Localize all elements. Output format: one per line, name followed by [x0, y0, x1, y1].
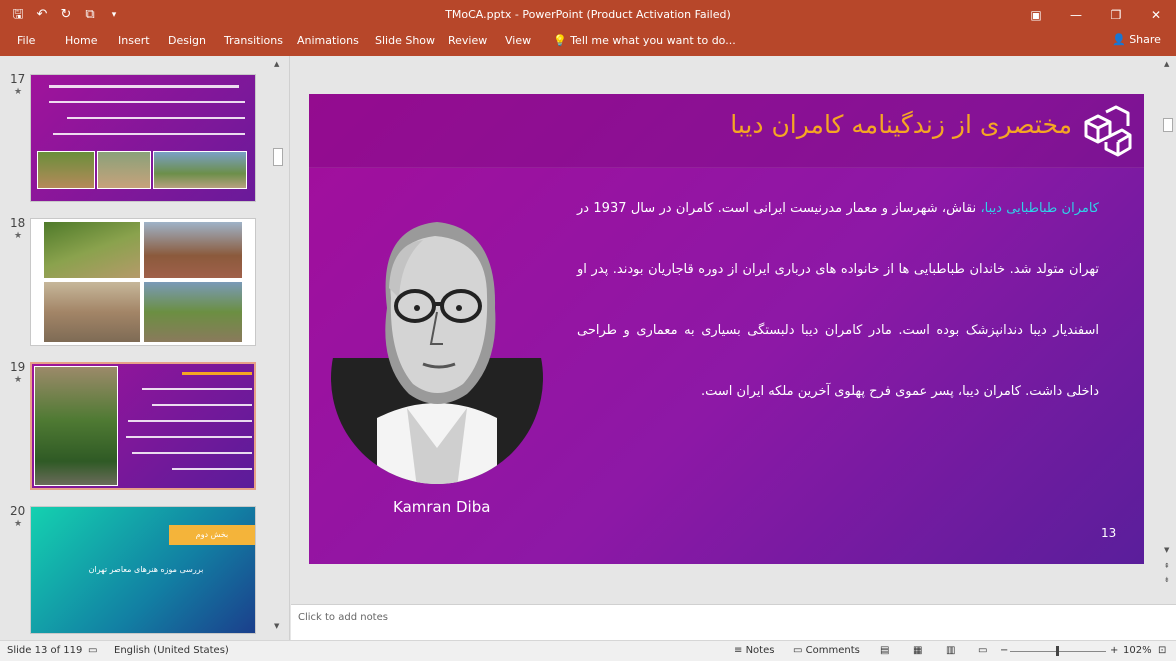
- tell-me-text: Tell me what you want to do...: [570, 34, 736, 47]
- next-slide-icon[interactable]: ⇟: [1164, 576, 1170, 584]
- body-text: نقاش، شهرساز و معمار مدرنیست ایرانی است.…: [577, 201, 1099, 399]
- close-icon[interactable]: ✕: [1136, 0, 1176, 30]
- cubes-logo-icon: [1084, 105, 1132, 157]
- star-icon: ★: [14, 519, 23, 529]
- reading-view-icon[interactable]: ▥: [946, 645, 955, 656]
- ribbon-tabs: File Home Insert Design Transitions Anim…: [0, 30, 1176, 56]
- text-line: [126, 436, 252, 438]
- thumbnail-scrollbar[interactable]: ▲ ▼: [271, 58, 285, 634]
- ribbon-options-icon[interactable]: ▣: [1016, 0, 1056, 30]
- slide-thumbnail-19[interactable]: [30, 362, 256, 490]
- comment-icon: ▭: [793, 645, 803, 656]
- window-title: TMoCA.pptx - PowerPoint (Product Activat…: [445, 8, 731, 21]
- zoom-in-icon[interactable]: +: [1110, 645, 1118, 656]
- notes-placeholder: Click to add notes: [298, 612, 388, 623]
- scroll-down-icon[interactable]: ▼: [1164, 546, 1169, 554]
- portrait-caption: Kamran Diba: [393, 498, 491, 516]
- scroll-thumb[interactable]: [273, 148, 283, 166]
- star-icon: ★: [14, 375, 23, 385]
- minimize-icon[interactable]: —: [1056, 0, 1096, 30]
- notes-button[interactable]: ≡ Notes: [734, 645, 774, 656]
- thumb-number: 20: [10, 504, 26, 518]
- slide-counter: Slide 13 of 119: [7, 645, 83, 656]
- body-highlight: کامران طباطبایی دیبا،: [980, 201, 1099, 216]
- thumb-photo: [153, 151, 247, 189]
- tab-transitions[interactable]: Transitions: [224, 34, 283, 47]
- person-icon: 👤: [1112, 33, 1126, 46]
- text-line: [182, 372, 252, 375]
- tab-animations[interactable]: Animations: [297, 34, 359, 47]
- current-slide[interactable]: مختصری از زندگینامه کامران دیبا Kamran D…: [309, 94, 1144, 564]
- thumb-text: بررسی موزه هنرهای معاصر تهران: [88, 565, 204, 574]
- kamran-diba-portrait: [331, 222, 543, 484]
- thumb-photo: [34, 366, 118, 486]
- tab-view[interactable]: View: [505, 34, 531, 47]
- fit-slide-icon[interactable]: ⊡: [1158, 645, 1166, 656]
- tab-file[interactable]: File: [17, 34, 35, 47]
- tab-review[interactable]: Review: [448, 34, 487, 47]
- thumb-number: 17: [10, 72, 26, 86]
- text-line: [67, 117, 245, 119]
- thumb-photo: [43, 281, 141, 343]
- text-line: [142, 388, 252, 390]
- spellcheck-icon[interactable]: ▭: [88, 645, 97, 656]
- text-line: [49, 101, 245, 103]
- slide-edit-area: مختصری از زندگینامه کامران دیبا Kamran D…: [291, 56, 1176, 604]
- slideshow-view-icon[interactable]: ▭: [978, 645, 987, 656]
- notes-icon: ≡: [734, 645, 743, 656]
- text-line: [128, 420, 252, 422]
- thumb-photo: [43, 221, 141, 279]
- comments-button[interactable]: ▭ Comments: [793, 645, 860, 656]
- text-line: [132, 452, 252, 454]
- scroll-up-icon[interactable]: ▲: [274, 60, 279, 68]
- thumb-number: 19: [10, 360, 26, 374]
- slide-sorter-icon[interactable]: ▦: [913, 645, 922, 656]
- share-button[interactable]: 👤 Share: [1112, 33, 1161, 46]
- lightbulb-icon: 💡: [553, 34, 567, 47]
- notes-pane[interactable]: Click to add notes: [291, 604, 1176, 640]
- thumb-photo: [143, 221, 243, 279]
- title-bar: 🖫 ↶ ↻ ⧉ ▾ TMoCA.pptx - PowerPoint (Produ…: [0, 0, 1176, 30]
- text-line: [172, 468, 252, 470]
- slide-scrollbar[interactable]: ▲ ▼ ⇞ ⇟: [1160, 56, 1176, 604]
- slide-thumbnail-20[interactable]: بخش دوم بررسی موزه هنرهای معاصر تهران: [30, 506, 256, 634]
- scroll-down-icon[interactable]: ▼: [274, 622, 279, 630]
- thumb-photo: [97, 151, 151, 189]
- prev-slide-icon[interactable]: ⇞: [1164, 562, 1170, 570]
- thumb-photo: [37, 151, 95, 189]
- slide-thumbnail-18[interactable]: [30, 218, 256, 346]
- thumbnail-pane: 17 ★ 18 ★ 19 ★ 20 ★ بخش دوم بررسی موزه ه…: [0, 56, 290, 640]
- tab-design[interactable]: Design: [168, 34, 206, 47]
- window-controls: ▣ — ❐ ✕: [1016, 0, 1176, 30]
- slide-thumbnail-17[interactable]: [30, 74, 256, 202]
- tell-me-box[interactable]: 💡 Tell me what you want to do...: [553, 34, 736, 47]
- scroll-up-icon[interactable]: ▲: [1164, 60, 1169, 68]
- zoom-slider-knob[interactable]: [1056, 646, 1059, 656]
- scroll-thumb[interactable]: [1163, 118, 1173, 132]
- tab-insert[interactable]: Insert: [118, 34, 150, 47]
- tab-home[interactable]: Home: [65, 34, 97, 47]
- notes-label: Notes: [745, 645, 775, 656]
- slide-number: 13: [1101, 526, 1117, 540]
- star-icon: ★: [14, 87, 23, 97]
- tab-slide-show[interactable]: Slide Show: [375, 34, 435, 47]
- section-badge: بخش دوم: [169, 525, 255, 545]
- zoom-level[interactable]: 102%: [1123, 645, 1152, 656]
- zoom-out-icon[interactable]: −: [1000, 645, 1008, 656]
- text-line: [152, 404, 252, 406]
- status-bar: Slide 13 of 119 ▭ English (United States…: [0, 640, 1176, 661]
- restore-icon[interactable]: ❐: [1096, 0, 1136, 30]
- language-indicator[interactable]: English (United States): [114, 645, 229, 656]
- text-line: [49, 85, 239, 88]
- slide-title[interactable]: مختصری از زندگینامه کامران دیبا: [730, 110, 1072, 139]
- star-icon: ★: [14, 231, 23, 241]
- thumb-photo: [143, 281, 243, 343]
- normal-view-icon[interactable]: ▤: [880, 645, 889, 656]
- comments-label: Comments: [805, 645, 860, 656]
- share-label: Share: [1129, 33, 1161, 46]
- slide-body-text[interactable]: کامران طباطبایی دیبا، نقاش، شهرساز و معم…: [577, 178, 1099, 422]
- thumb-number: 18: [10, 216, 26, 230]
- text-line: [53, 133, 245, 135]
